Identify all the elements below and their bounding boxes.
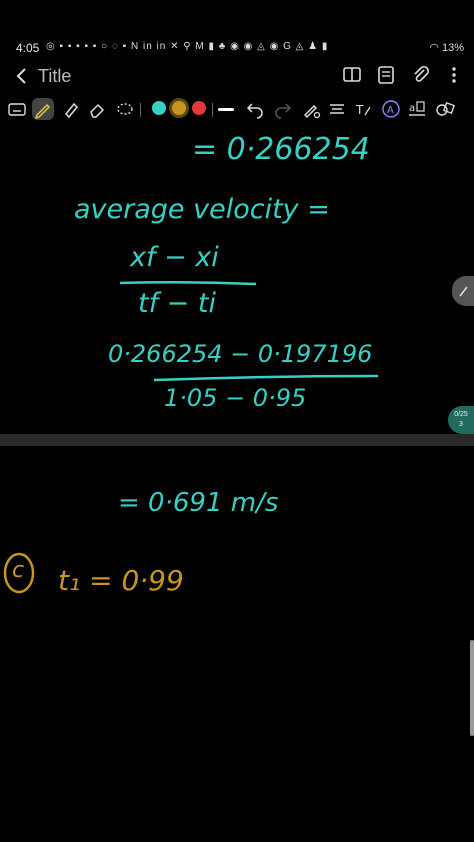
battery-level: 13%	[441, 42, 464, 54]
fraction-bar	[153, 374, 379, 382]
eraser-icon	[90, 103, 105, 118]
handwritten-line: = 0·266254	[192, 132, 370, 167]
text-align-button[interactable]	[326, 98, 348, 120]
side-panel-handle[interactable]	[452, 276, 474, 306]
text-format-icon	[330, 104, 344, 114]
more-options-button[interactable]	[444, 64, 464, 86]
color-swatch-teal[interactable]	[152, 101, 166, 115]
attach-button[interactable]	[410, 64, 430, 86]
highlighter-button[interactable]	[60, 98, 82, 120]
note-canvas[interactable]: = 0·266254 average velocity = xf − xi tf…	[0, 124, 474, 842]
text-mode-button[interactable]	[376, 64, 396, 86]
wifi-icon: ◠	[429, 42, 442, 54]
color-swatch-gold[interactable]	[172, 101, 186, 115]
pen-tool-button[interactable]	[32, 98, 54, 120]
more-vertical-icon	[452, 67, 456, 83]
fraction-numerator: xf − xi	[130, 242, 219, 273]
part-label: c	[12, 558, 25, 583]
title-actions	[342, 64, 464, 86]
keyboard-button[interactable]	[6, 98, 28, 120]
fraction-denominator: tf − ti	[138, 288, 216, 319]
pen-icon	[459, 286, 468, 297]
text-tool-icon: T	[355, 103, 371, 117]
redo-icon	[275, 103, 292, 119]
lasso-icon	[117, 103, 133, 115]
convert-text-icon: a	[409, 101, 425, 116]
eraser-button[interactable]	[86, 98, 108, 120]
shapes-icon	[436, 101, 456, 116]
scrollbar-thumb[interactable]	[470, 640, 474, 736]
page-indicator-current: 0/25	[454, 411, 468, 418]
book-view-button[interactable]	[342, 64, 362, 86]
note-title[interactable]: Title	[38, 66, 71, 87]
notification-icons: ◎ ▪ ▪ ▪ ▪ ▪ ○ ◌ ▪ N in in ✕ ⚲ M ▮ ♣ ◉ ◉ …	[46, 41, 329, 52]
toolbar-divider	[140, 103, 141, 117]
document-icon	[378, 66, 394, 84]
handwritten-line: average velocity =	[74, 194, 330, 225]
page-indicator[interactable]: 0/25 3	[448, 406, 474, 434]
toolbar-divider	[212, 103, 213, 117]
stroke-width-button[interactable]	[218, 108, 234, 111]
text-tool-button[interactable]: T	[352, 98, 374, 120]
back-button[interactable]	[10, 64, 34, 88]
handwritten-result: = 0·691 m/s	[118, 488, 279, 518]
paperclip-icon	[414, 65, 430, 82]
title-bar: Title	[0, 58, 474, 96]
handwritten-line: t₁ = 0·99	[58, 564, 184, 597]
chevron-left-icon	[16, 68, 26, 84]
page-separator	[0, 434, 474, 446]
shape-tool-button[interactable]	[434, 98, 456, 120]
undo-button[interactable]	[244, 98, 266, 120]
lasso-button[interactable]	[114, 98, 136, 120]
fraction-bar	[119, 280, 257, 286]
fraction-denominator: 1·05 − 0·95	[164, 384, 307, 412]
page-indicator-total: 3	[459, 421, 463, 428]
convert-text-button[interactable]: a	[406, 98, 428, 120]
keyboard-icon	[8, 103, 26, 116]
undo-icon	[246, 103, 263, 119]
svg-text:T: T	[355, 103, 364, 117]
fraction-numerator: 0·266254 − 0·197196	[108, 340, 373, 368]
status-time: 4:05	[16, 41, 40, 55]
svg-text:A: A	[387, 105, 394, 116]
color-swatch-red[interactable]	[192, 101, 206, 115]
handwriting-icon: A	[382, 100, 400, 118]
status-bar	[0, 0, 474, 30]
highlighter-icon	[64, 102, 79, 119]
pen-settings-icon	[303, 104, 321, 119]
pen-settings-button[interactable]	[300, 98, 322, 120]
drawing-toolbar: T A a	[0, 96, 474, 124]
pen-icon	[34, 103, 51, 120]
svg-text:a: a	[409, 103, 415, 114]
handwriting-button[interactable]: A	[380, 98, 402, 120]
redo-button[interactable]	[272, 98, 294, 120]
battery-indicator: ◠ 13%	[429, 41, 464, 54]
book-icon	[343, 67, 361, 82]
